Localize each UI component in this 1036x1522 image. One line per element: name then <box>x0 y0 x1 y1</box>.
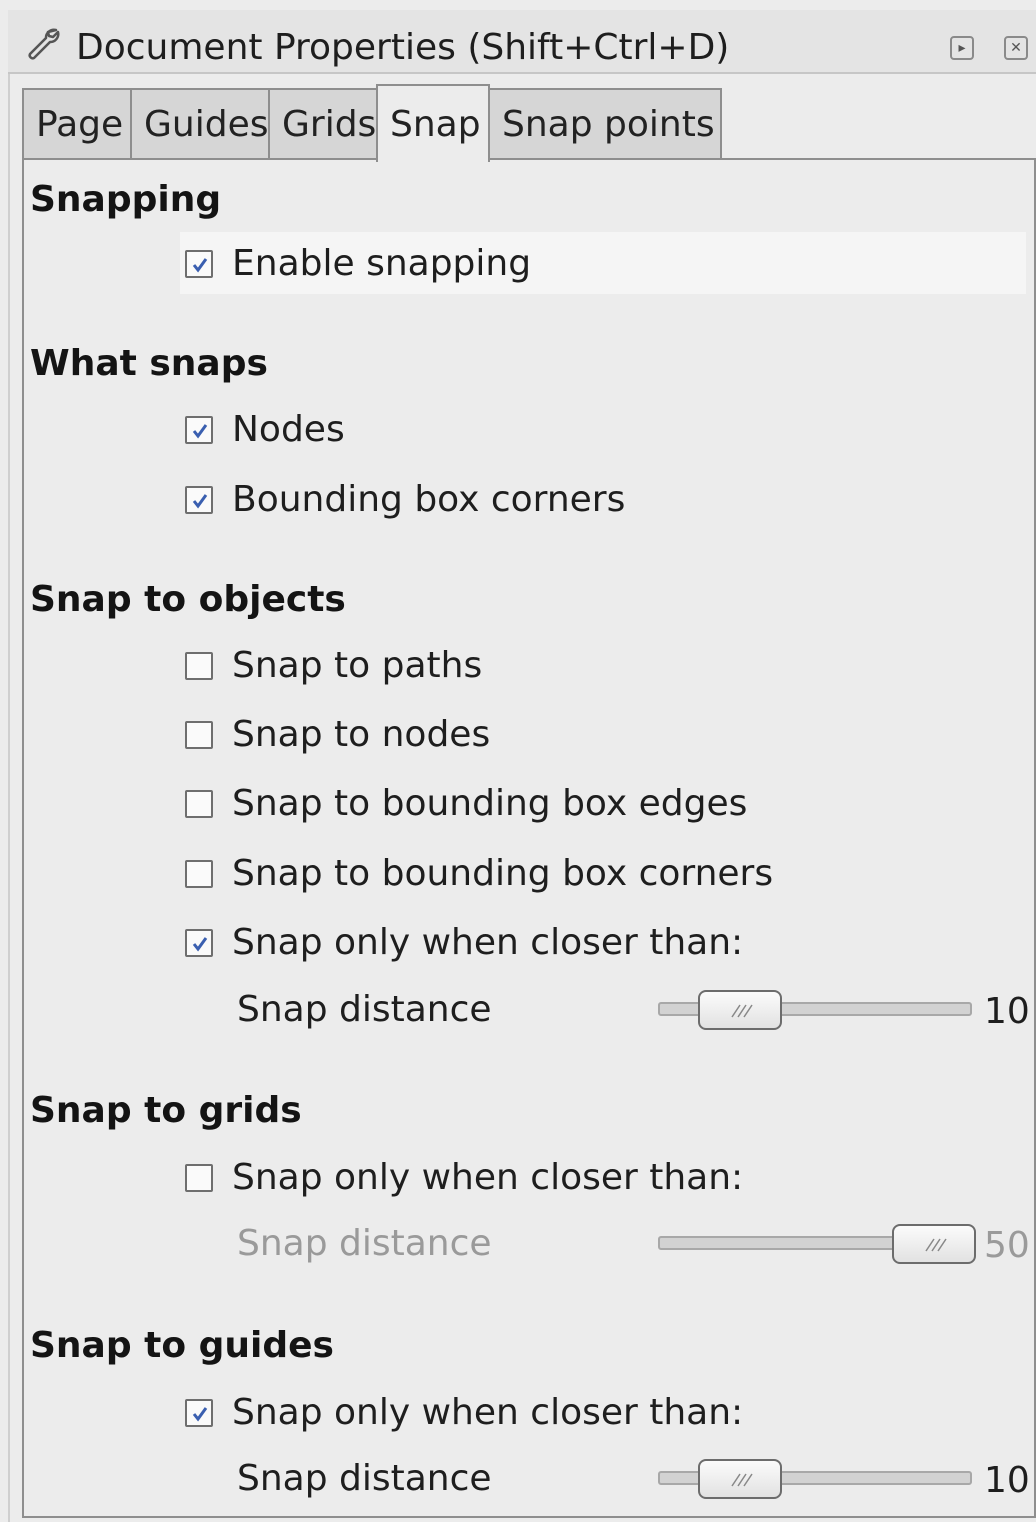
dialog-title: Document Properties (Shift+Ctrl+D) <box>76 27 730 68</box>
snap-to-paths-checkbox[interactable]: Snap to paths <box>180 634 1026 696</box>
snap-distance-label: Snap distance <box>237 1223 492 1264</box>
wrench-icon <box>28 28 60 60</box>
slider-thumb[interactable] <box>698 990 782 1030</box>
grids-snap-distance-row: Snap distance 50 <box>180 1214 1036 1274</box>
guides-snap-distance-row: Snap distance 10 <box>180 1449 1036 1509</box>
checkbox-label: Nodes <box>232 409 345 450</box>
snap-distance-value: 10 <box>984 991 1030 1032</box>
objects-snap-distance-row: Snap distance 10 <box>180 980 1036 1040</box>
slider-thumb[interactable] <box>892 1224 976 1264</box>
tab-grids[interactable]: Grids <box>268 88 378 160</box>
snap-to-nodes-checkbox[interactable]: Snap to nodes <box>180 703 1026 765</box>
checkbox-box[interactable] <box>185 1399 213 1427</box>
checkbox-box[interactable] <box>185 1164 213 1192</box>
window-left-border <box>8 72 10 1522</box>
checkbox-label: Bounding box corners <box>232 479 626 520</box>
section-title-snap-to-guides: Snap to guides <box>30 1325 334 1366</box>
checkmark-icon <box>192 1407 208 1422</box>
checkbox-label: Enable snapping <box>232 243 532 284</box>
checkbox-label: Snap only when closer than: <box>232 1392 744 1433</box>
tab-snap-points[interactable]: Snap points <box>488 88 722 160</box>
checkbox-label: Snap to paths <box>232 645 483 686</box>
checkbox-box[interactable] <box>185 790 213 818</box>
checkbox-box[interactable] <box>185 721 213 749</box>
nodes-checkbox[interactable]: Nodes <box>180 398 1026 460</box>
tab-snap[interactable]: Snap <box>376 84 490 162</box>
grip-icon <box>925 1238 947 1252</box>
checkbox-label: Snap to bounding box corners <box>232 853 774 894</box>
checkbox-box[interactable] <box>185 652 213 680</box>
section-title-snapping: Snapping <box>30 179 222 220</box>
bbox-corners-checkbox[interactable]: Bounding box corners <box>180 468 1026 530</box>
snap-distance-label: Snap distance <box>237 989 492 1030</box>
checkbox-label: Snap only when closer than: <box>232 1157 744 1198</box>
checkbox-box[interactable] <box>185 486 213 514</box>
checkbox-label: Snap to bounding box edges <box>232 783 748 824</box>
grip-icon <box>731 1004 753 1018</box>
grip-icon <box>731 1473 753 1487</box>
checkmark-icon <box>192 494 208 509</box>
checkbox-box[interactable] <box>185 416 213 444</box>
checkbox-box[interactable] <box>185 250 213 278</box>
enable-snapping-checkbox[interactable]: Enable snapping <box>180 232 1026 294</box>
section-title-snap-to-grids: Snap to grids <box>30 1090 302 1131</box>
checkbox-label: Snap only when closer than: <box>232 922 744 963</box>
detach-icon[interactable]: ▸ <box>950 36 974 60</box>
objects-snap-only-closer-checkbox[interactable]: Snap only when closer than: <box>180 911 1026 973</box>
snap-to-bbox-edges-checkbox[interactable]: Snap to bounding box edges <box>180 772 1026 834</box>
guides-snap-only-closer-checkbox[interactable]: Snap only when closer than: <box>180 1381 1026 1443</box>
close-icon[interactable]: ✕ <box>1004 36 1028 60</box>
snap-distance-value: 50 <box>984 1225 1030 1266</box>
snap-distance-label: Snap distance <box>237 1458 492 1499</box>
snap-distance-value: 10 <box>984 1460 1030 1501</box>
checkmark-icon <box>192 937 208 952</box>
tab-guides[interactable]: Guides <box>130 88 270 160</box>
slider-thumb[interactable] <box>698 1459 782 1499</box>
section-title-snap-to-objects: Snap to objects <box>30 579 346 620</box>
checkbox-label: Snap to nodes <box>232 714 491 755</box>
checkmark-icon <box>192 424 208 439</box>
section-title-what-snaps: What snaps <box>30 343 268 384</box>
tab-page[interactable]: Page <box>22 88 132 160</box>
checkbox-box[interactable] <box>185 929 213 957</box>
snap-to-bbox-corners-checkbox[interactable]: Snap to bounding box corners <box>180 842 1026 904</box>
grids-snap-only-closer-checkbox[interactable]: Snap only when closer than: <box>180 1146 1026 1208</box>
checkbox-box[interactable] <box>185 860 213 888</box>
checkmark-icon <box>192 258 208 273</box>
dialog-titlebar: Document Properties (Shift+Ctrl+D) ▸ ✕ <box>8 10 1036 74</box>
